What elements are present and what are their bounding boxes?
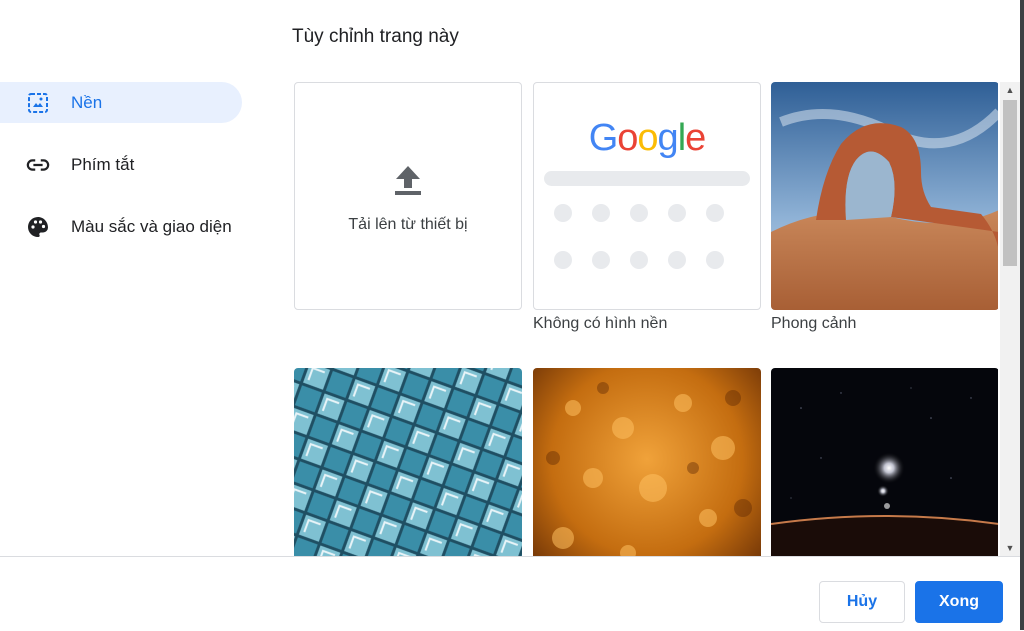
landscape-label: Phong cảnh [771, 315, 857, 332]
sidebar-item-label: Nền [71, 92, 103, 112]
textures-collection-tile[interactable] [533, 368, 761, 556]
shortcut-placeholder-dot [554, 251, 572, 269]
sidebar-item-background[interactable]: Nền [0, 82, 242, 123]
scroll-up-icon[interactable]: ▲ [1000, 82, 1020, 98]
textures-image [533, 368, 761, 556]
upload-tile-wrap: Tải lên từ thiết bị [294, 82, 522, 310]
architecture-image [294, 368, 522, 556]
shortcut-placeholder-dot [554, 204, 572, 222]
vertical-scrollbar[interactable]: ▲ ▼ [1000, 82, 1020, 556]
landscape-image [771, 82, 998, 310]
search-bar-placeholder [544, 171, 750, 186]
no-background-label: Không có hình nền [533, 315, 668, 332]
space-tile-wrap [771, 368, 998, 556]
space-collection-tile[interactable] [771, 368, 998, 556]
image-icon [26, 91, 50, 115]
sidebar-item-colors-themes[interactable]: Màu sắc và giao diện [0, 206, 242, 247]
cancel-button[interactable]: Hủy [819, 581, 905, 623]
upload-label: Tải lên từ thiết bị [348, 216, 468, 233]
no-background-tile[interactable]: Google [533, 82, 761, 310]
palette-icon [26, 215, 50, 239]
shortcut-placeholder-dot [592, 204, 610, 222]
scrollbar-thumb[interactable] [1003, 100, 1017, 266]
sidebar-item-shortcuts[interactable]: Phím tắt [0, 144, 242, 185]
dialog-title: Tùy chỉnh trang này [292, 26, 459, 47]
shortcut-placeholder-dot [630, 204, 648, 222]
shortcut-placeholder-dot [706, 204, 724, 222]
scroll-down-icon[interactable]: ▼ [1000, 540, 1020, 556]
sidebar-item-label: Phím tắt [71, 154, 135, 174]
shortcut-placeholder-dot [592, 251, 610, 269]
architecture-collection-tile[interactable] [294, 368, 522, 556]
window-edge [1020, 0, 1024, 630]
sidebar: Nền Phím tắt Màu sắc và giao diện [0, 82, 242, 268]
upload-from-device-tile[interactable]: Tải lên từ thiết bị [294, 82, 522, 310]
shortcut-placeholder-dot [668, 204, 686, 222]
landscape-collection-tile[interactable] [771, 82, 998, 310]
upload-icon [393, 166, 423, 201]
architecture-tile-wrap [294, 368, 522, 556]
space-image [771, 368, 998, 556]
landscape-tile-wrap: Phong cảnh [771, 82, 998, 333]
link-icon [26, 153, 50, 177]
dialog-footer: Hủy Xong [0, 556, 1024, 631]
google-logo: Google [588, 117, 707, 159]
textures-tile-wrap [533, 368, 761, 556]
shortcut-placeholder-dot [706, 251, 724, 269]
shortcut-placeholder-dot [630, 251, 648, 269]
shortcut-placeholders [554, 204, 744, 269]
shortcut-placeholder-dot [668, 251, 686, 269]
done-button[interactable]: Xong [915, 581, 1003, 623]
background-grid: Tải lên từ thiết bị Google Không có hình… [294, 82, 998, 556]
sidebar-item-label: Màu sắc và giao diện [71, 216, 232, 236]
no-background-tile-wrap: Google Không có hình nền [533, 82, 761, 333]
